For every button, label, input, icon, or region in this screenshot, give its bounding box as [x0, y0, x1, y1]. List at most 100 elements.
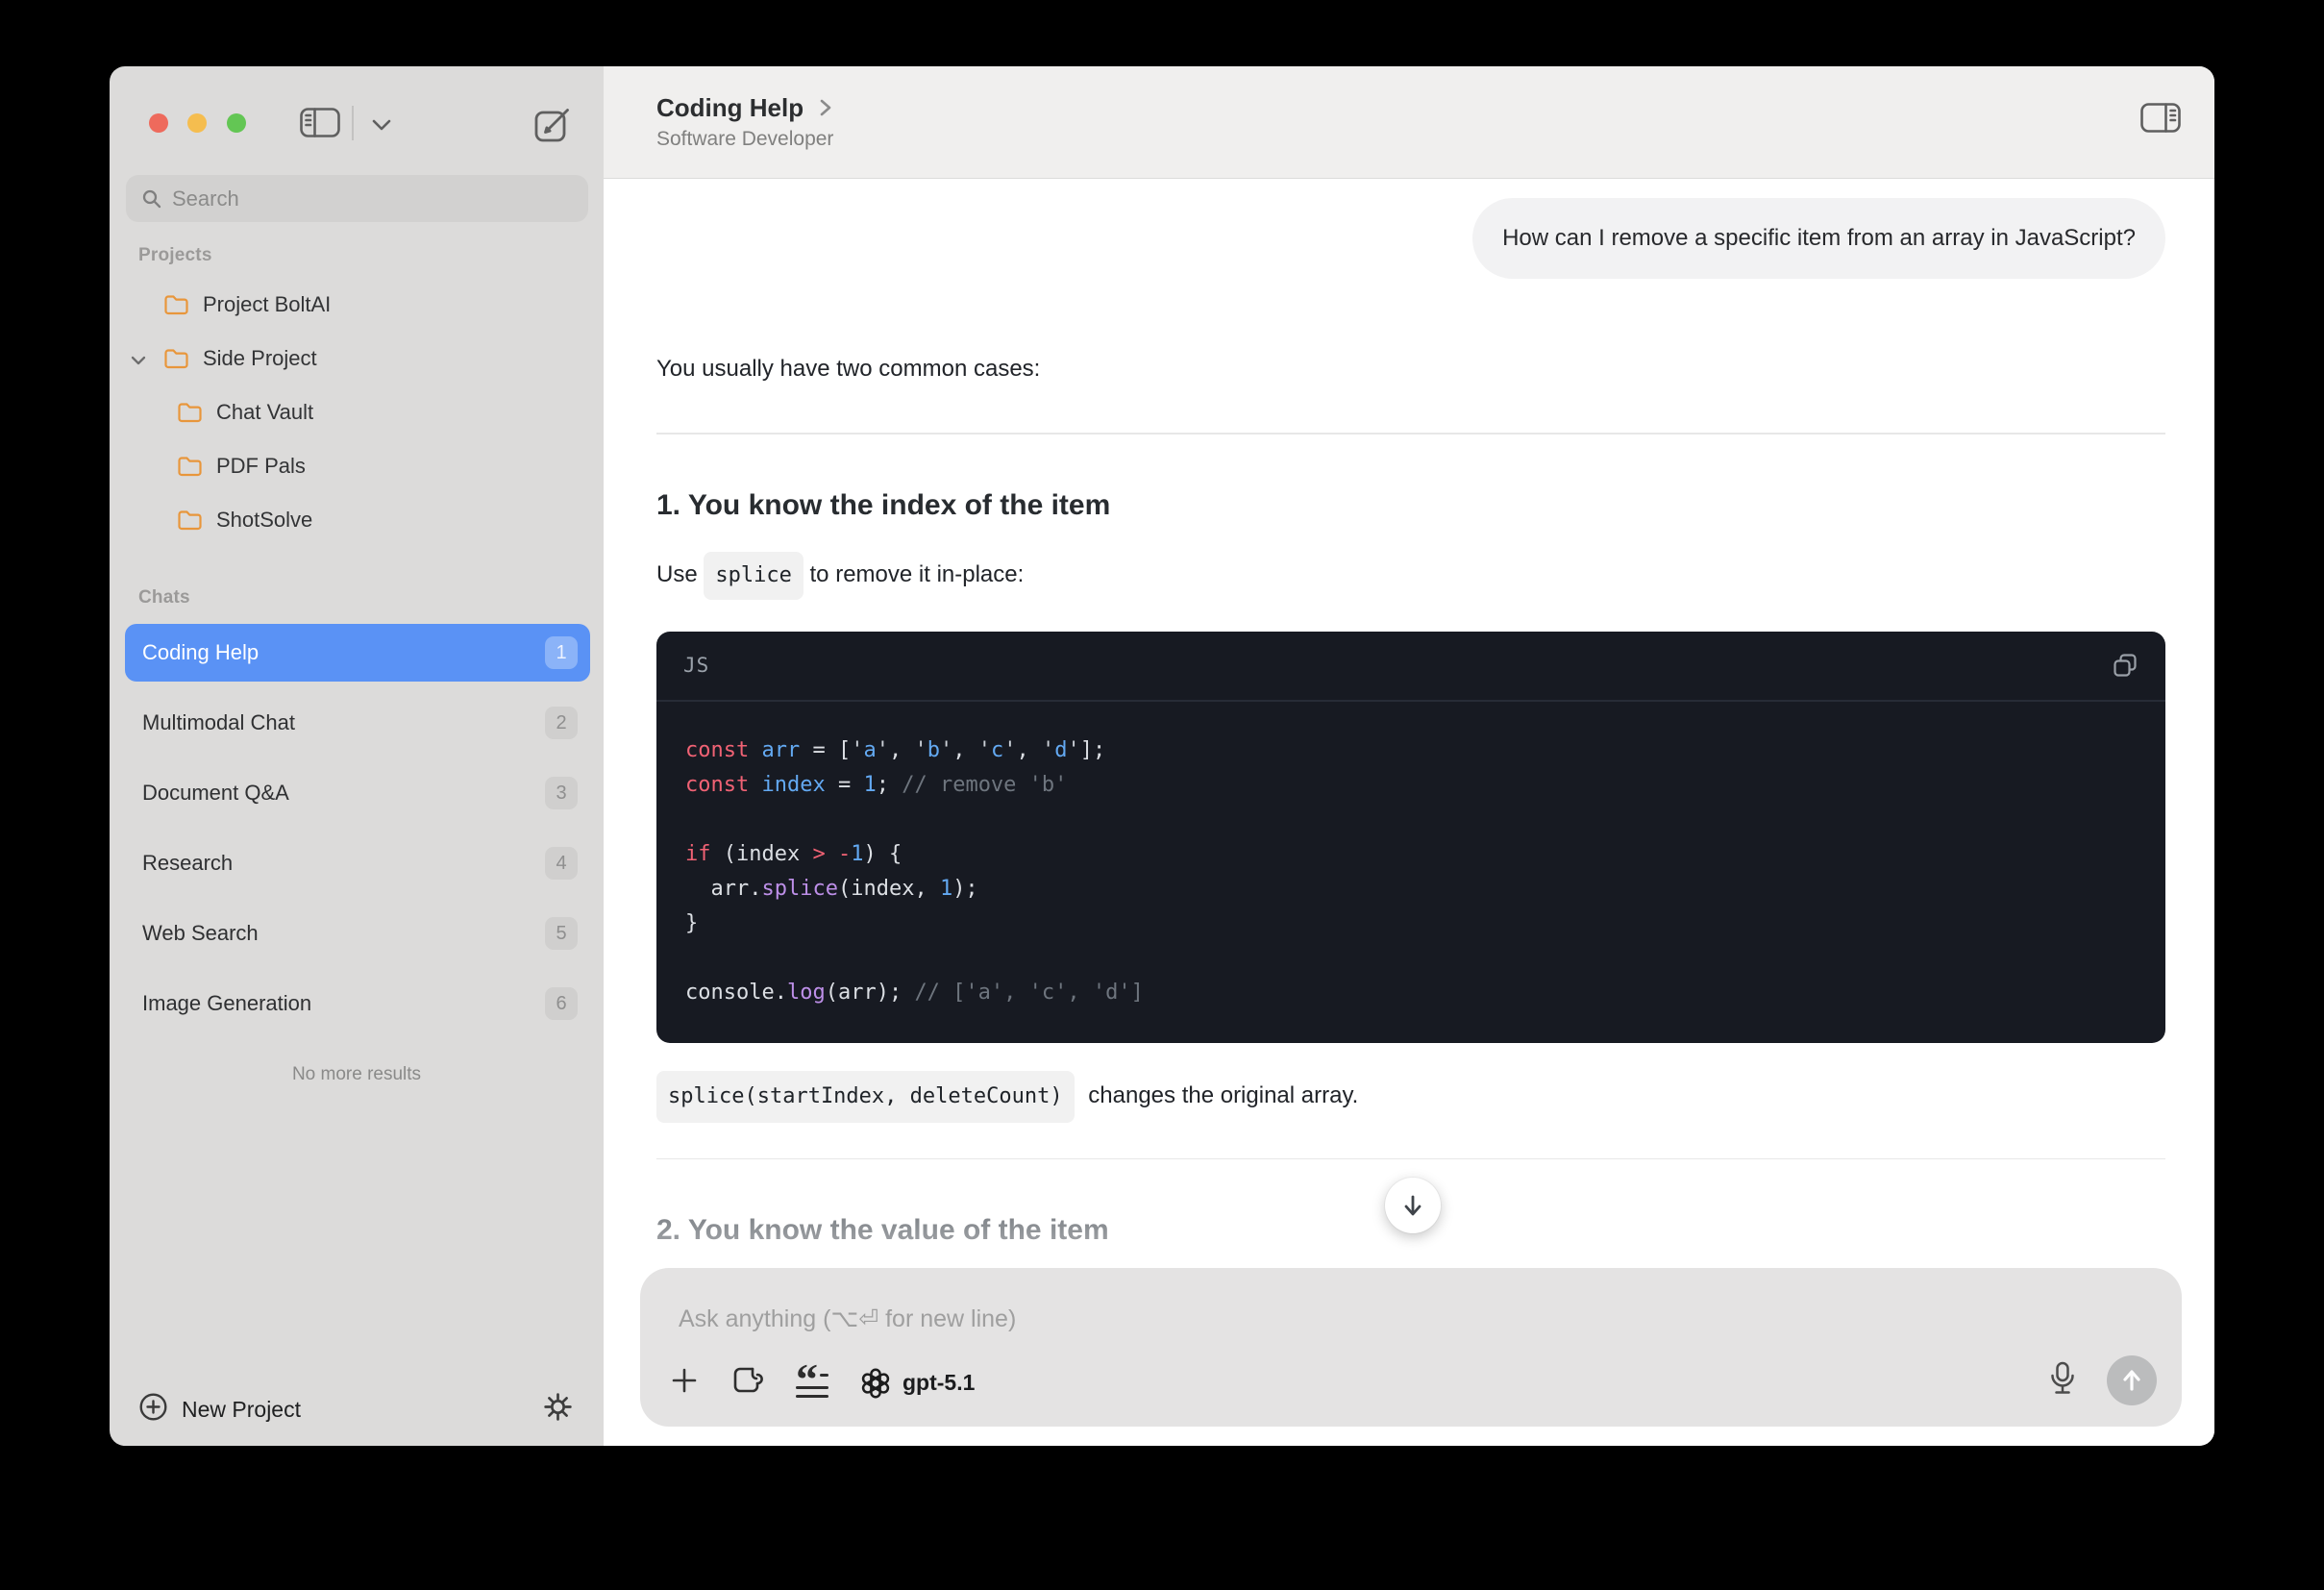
- sidebar-chat-multimodal-chat[interactable]: Multimodal Chat 2: [125, 694, 590, 752]
- divider: [656, 433, 2165, 435]
- projects-section-label: Projects: [138, 245, 604, 266]
- sidebar: Search Projects Project BoltAI Side Proje…: [110, 66, 604, 1446]
- sidebar-bottom-bar: New Project: [110, 1388, 604, 1430]
- sidebar-project-side-project[interactable]: Side Project: [110, 332, 604, 385]
- section-1-heading: 1. You know the index of the item: [656, 484, 2165, 527]
- chat-label: Coding Help: [142, 640, 259, 665]
- chat-label: Document Q&A: [142, 781, 289, 806]
- main-pane: Coding Help Software Developer How can I…: [604, 66, 2214, 1446]
- folder-icon: [177, 402, 203, 423]
- app-window: Search Projects Project BoltAI Side Proje…: [110, 66, 2214, 1446]
- code-line: const index = 1; // remove 'b': [685, 768, 2137, 803]
- code-block-header: JS: [656, 632, 2165, 702]
- arrow-up-icon: [2119, 1367, 2144, 1394]
- chat-count-badge: 6: [545, 987, 578, 1020]
- project-label: Project BoltAI: [203, 292, 331, 317]
- chat-label: Research: [142, 851, 233, 876]
- search-icon: [141, 188, 162, 210]
- inline-code-splice: splice: [704, 552, 803, 600]
- code-line: arr.splice(index, 1);: [685, 872, 2137, 907]
- folder-icon: [177, 509, 203, 531]
- chat-scroll-area[interactable]: How can I remove a specific item from an…: [604, 179, 2214, 1446]
- sidebar-chat-coding-help[interactable]: Coding Help 1: [125, 624, 590, 682]
- sidebar-project-chat-vault[interactable]: Chat Vault: [110, 385, 604, 439]
- copy-code-icon[interactable]: [2112, 652, 2139, 679]
- sidebar-chat-web-search[interactable]: Web Search5: [125, 905, 590, 962]
- inline-code-splice-signature: splice(startIndex, deleteCount): [656, 1071, 1075, 1123]
- plugins-icon[interactable]: [729, 1364, 764, 1402]
- add-project-icon: [138, 1392, 168, 1427]
- toggle-sidebar-icon[interactable]: [298, 105, 342, 144]
- code-line: [685, 941, 2137, 976]
- composer: Ask anything (⌥⏎ for new line) “ gpt-5.1: [640, 1268, 2182, 1427]
- sidebar-chat-image-generation[interactable]: Image Generation 6: [125, 975, 590, 1032]
- close-window-button[interactable]: [149, 113, 168, 133]
- no-more-results-label: No more results: [110, 1064, 604, 1085]
- chat-count-badge: 3: [545, 777, 578, 809]
- code-language-label: JS: [683, 654, 709, 677]
- sidebar-project-shotsolve[interactable]: ShotSolve: [110, 493, 604, 547]
- project-label: PDF Pals: [216, 454, 306, 479]
- chat-title[interactable]: Coding Help: [656, 92, 804, 123]
- toolbar-divider: [352, 106, 354, 140]
- sidebar-chat-research[interactable]: Research 4: [125, 834, 590, 892]
- toggle-right-panel-icon[interactable]: [2139, 100, 2183, 139]
- project-label: ShotSolve: [216, 508, 312, 533]
- search-input[interactable]: Search: [126, 175, 588, 222]
- chats-list: Coding Help 1 Multimodal Chat 2 Document Q&A…: [110, 624, 604, 1045]
- microphone-icon[interactable]: [2047, 1360, 2078, 1402]
- attach-plus-icon[interactable]: [671, 1367, 698, 1399]
- chat-label: Multimodal Chat: [142, 710, 295, 735]
- chat-label: Image Generation: [142, 991, 311, 1016]
- post-code-line: splice(startIndex, deleteCount) changes …: [656, 1071, 2165, 1123]
- divider: [656, 1158, 2165, 1160]
- composer-toolbar: “ gpt-5.1: [671, 1364, 975, 1402]
- scroll-to-bottom-button[interactable]: [1385, 1178, 1441, 1233]
- sidebar-project-pdf-pals[interactable]: PDF Pals: [110, 439, 604, 493]
- expand-chevron-icon[interactable]: [131, 346, 146, 371]
- sidebar-chat-document-q-a[interactable]: Document Q&A 3: [125, 764, 590, 822]
- code-line: }: [685, 907, 2137, 941]
- main-header: Coding Help Software Developer: [604, 66, 2214, 179]
- compose-icon[interactable]: [531, 102, 575, 151]
- chevron-down-icon[interactable]: [371, 118, 392, 136]
- sidebar-project-project-boltai[interactable]: Project BoltAI: [110, 278, 604, 332]
- project-label: Chat Vault: [216, 400, 313, 425]
- chat-label: Web Search: [142, 921, 259, 946]
- chats-section-label: Chats: [138, 587, 604, 609]
- code-line: [685, 803, 2137, 837]
- code-line: const arr = ['a', 'b', 'c', 'd'];: [685, 733, 2137, 768]
- zoom-window-button[interactable]: [227, 113, 246, 133]
- send-button[interactable]: [2107, 1355, 2157, 1405]
- breadcrumb-chevron-icon: [819, 98, 832, 117]
- chat-count-badge: 4: [545, 847, 578, 880]
- message-input[interactable]: Ask anything (⌥⏎ for new line): [679, 1304, 1016, 1333]
- breadcrumb: Coding Help: [656, 92, 2214, 123]
- chat-count-badge: 2: [545, 707, 578, 739]
- folder-icon: [163, 294, 189, 315]
- folder-icon: [163, 348, 189, 369]
- use-splice-line: Use splice to remove it in-place:: [656, 552, 2165, 600]
- desktop-background: Search Projects Project BoltAI Side Proje…: [0, 0, 2324, 1590]
- search-placeholder: Search: [172, 186, 239, 211]
- prompt-quote-icon[interactable]: “: [796, 1369, 828, 1398]
- minimize-window-button[interactable]: [187, 113, 207, 133]
- folder-icon: [177, 456, 203, 477]
- settings-gear-icon[interactable]: [541, 1390, 575, 1429]
- assistant-intro-text: You usually have two common cases:: [656, 353, 2165, 385]
- arrow-down-icon: [1400, 1192, 1425, 1219]
- chat-transcript: How can I remove a specific item from an…: [604, 198, 2214, 1252]
- code-line: console.log(arr); // ['a', 'c', 'd']: [685, 976, 2137, 1010]
- openai-logo-icon: [860, 1368, 891, 1399]
- assistant-subtitle: Software Developer: [656, 126, 2214, 152]
- code-line: if (index > -1) {: [685, 837, 2137, 872]
- new-project-button[interactable]: New Project: [182, 1397, 301, 1423]
- model-name-label: gpt-5.1: [902, 1370, 975, 1396]
- user-message-bubble: How can I remove a specific item from an…: [1472, 198, 2165, 279]
- project-label: Side Project: [203, 346, 317, 371]
- projects-list: Project BoltAI Side Project Chat Vault PDF …: [110, 266, 604, 547]
- code-block: JS const arr = ['a', 'b', 'c', 'd'];cons…: [656, 632, 2165, 1043]
- chat-count-badge: 1: [545, 636, 578, 669]
- sidebar-toolbar: [110, 66, 604, 175]
- model-selector[interactable]: gpt-5.1: [860, 1368, 975, 1399]
